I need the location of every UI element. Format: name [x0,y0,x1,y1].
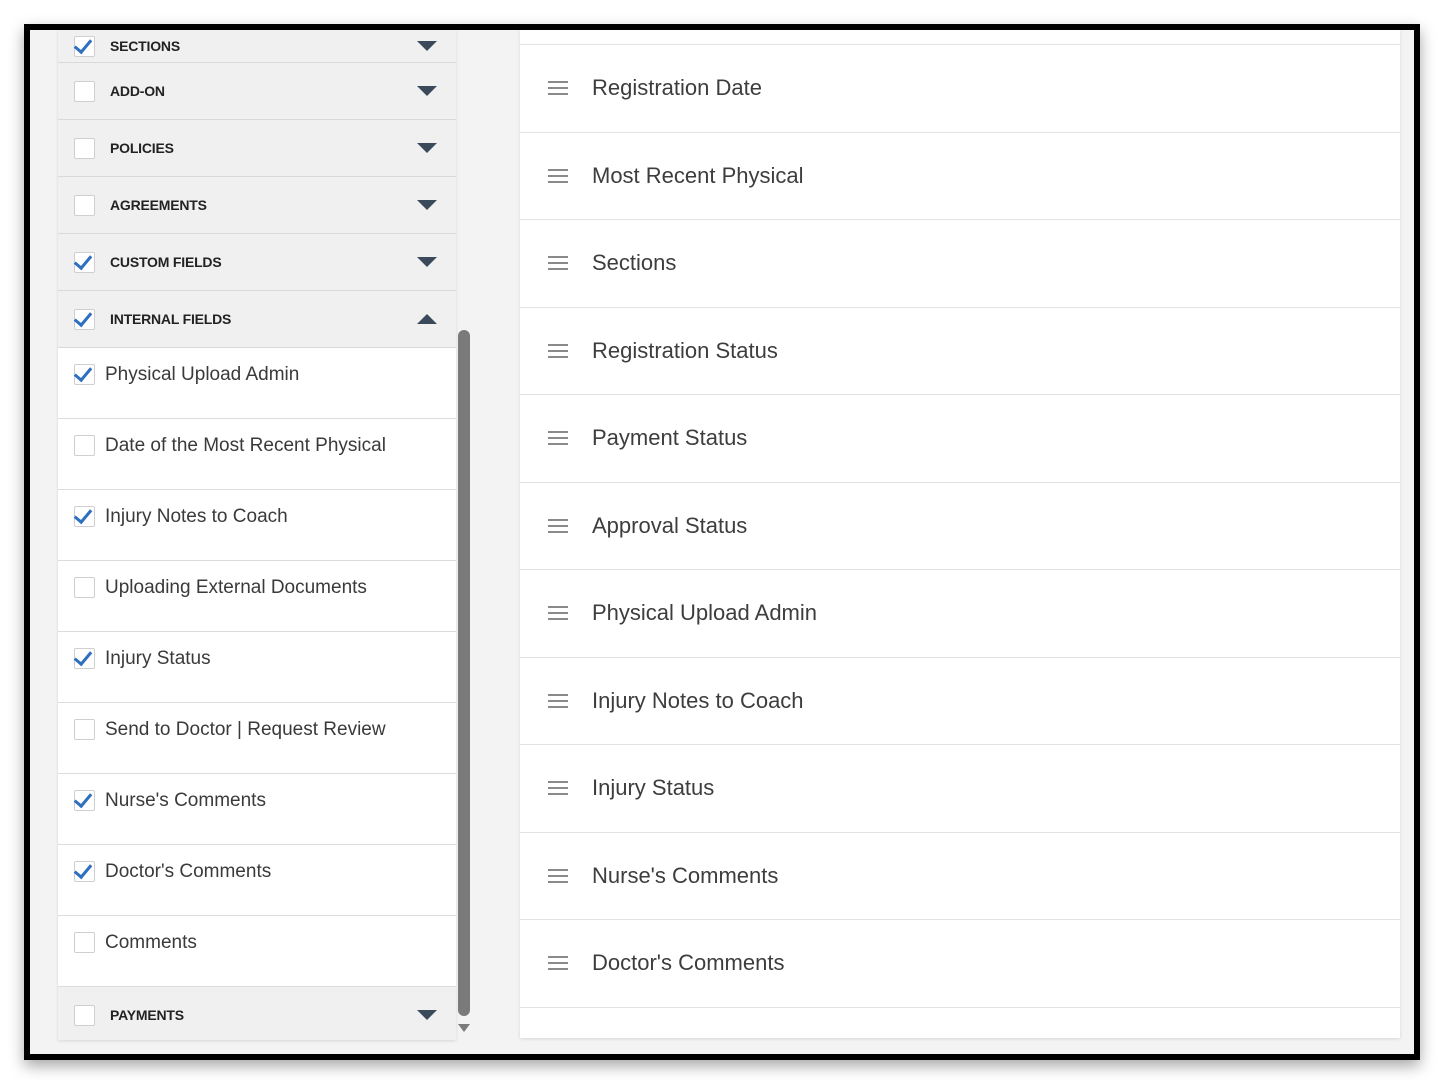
section-label: CUSTOM FIELDS [110,254,222,270]
drag-handle-icon[interactable] [548,343,568,358]
field-row[interactable]: Date of the Most Recent Physical [58,419,456,490]
drag-handle-icon[interactable] [548,868,568,883]
field-label: Send to Doctor | Request Review [105,719,386,740]
column-label: Doctor's Comments [592,950,785,975]
list-item[interactable]: Sections [520,220,1400,308]
field-checkbox[interactable] [74,577,95,598]
internal-fields-checkbox[interactable] [74,308,95,330]
selected-columns-list: Registration Date Most Recent Physical S… [520,30,1400,1038]
column-label: Nurse's Comments [592,862,779,888]
field-row[interactable]: Uploading External Documents [58,561,456,632]
field-label: Doctor's Comments [105,861,272,882]
chevron-down-icon[interactable] [417,1010,437,1020]
list-item[interactable]: Payment Status [520,395,1400,483]
column-label: Physical Upload Admin [592,600,818,625]
section-label: ADD-ON [110,83,165,99]
drag-handle-icon[interactable] [548,81,568,95]
sections-checkbox[interactable] [74,35,95,57]
drag-handle-icon[interactable] [548,431,568,445]
list-item[interactable]: Physical Upload Admin [520,570,1400,658]
list-item[interactable]: Injury Notes to Coach [520,658,1400,745]
list-item[interactable]: Registration Status [520,308,1400,395]
field-label: Comments [105,932,197,953]
section-row-policies[interactable]: POLICIES [58,120,456,177]
field-label: Nurse's Comments [105,790,266,811]
list-item[interactable]: Injury Status [520,745,1400,833]
field-row[interactable]: Injury Status [58,632,456,703]
field-checkbox[interactable] [74,861,95,882]
field-label: Uploading External Documents [105,577,367,598]
column-label: Approval Status [592,512,748,538]
chevron-down-icon[interactable] [417,257,437,267]
field-checkbox[interactable] [74,932,95,953]
section-label: SECTIONS [110,38,180,54]
section-label: PAYMENTS [110,1007,184,1023]
chevron-down-icon[interactable] [417,86,437,96]
column-label: Injury Notes to Coach [592,687,804,713]
list-item[interactable]: Nurse's Comments [520,833,1400,920]
column-label: Registration Status [592,337,778,363]
drag-handle-icon[interactable] [548,606,568,620]
scroll-down-arrow-icon[interactable] [458,1024,470,1032]
section-label: AGREEMENTS [110,197,207,213]
column-label: Most Recent Physical [592,162,804,188]
list-item[interactable]: Registration Date [520,45,1400,133]
section-row-add-on[interactable]: ADD-ON [58,63,456,120]
field-checkbox[interactable] [74,719,95,740]
chevron-down-icon[interactable] [417,143,437,153]
drag-handle-icon[interactable] [548,781,568,795]
field-checkbox[interactable] [74,364,95,385]
policies-checkbox[interactable] [74,137,95,159]
field-checkbox[interactable] [74,648,95,669]
drag-handle-icon[interactable] [548,693,568,708]
column-label: Registration Date [592,75,762,100]
field-row[interactable]: Physical Upload Admin [58,348,456,419]
section-row-payments[interactable]: PAYMENTS [58,987,456,1040]
list-item[interactable]: Most Recent Physical [520,133,1400,220]
section-row-custom-fields[interactable]: CUSTOM FIELDS [58,234,456,291]
chevron-down-icon[interactable] [417,41,437,51]
column-label: Sections [592,250,677,275]
field-picker-panel: SECTIONS ADD-ON POLICIES AGREEMENTS CUST… [58,30,456,1040]
field-row[interactable]: Doctor's Comments [58,845,456,916]
drag-handle-icon[interactable] [548,168,568,183]
chevron-down-icon[interactable] [417,200,437,210]
drag-handle-icon[interactable] [548,518,568,533]
list-item[interactable]: Approval Status [520,483,1400,570]
section-row-internal-fields[interactable]: INTERNAL FIELDS [58,291,456,348]
drag-handle-icon[interactable] [548,256,568,270]
section-label: INTERNAL FIELDS [110,311,232,327]
payments-checkbox[interactable] [74,1004,95,1026]
field-label: Physical Upload Admin [105,364,300,385]
section-label: POLICIES [110,140,174,156]
field-label: Injury Notes to Coach [105,506,288,527]
drag-handle-icon[interactable] [548,956,568,970]
field-label: Date of the Most Recent Physical [105,435,386,456]
custom-fields-checkbox[interactable] [74,251,95,273]
field-row[interactable]: Send to Doctor | Request Review [58,703,456,774]
field-checkbox[interactable] [74,790,95,811]
column-label: Injury Status [592,775,715,800]
add-on-checkbox[interactable] [74,80,95,102]
chevron-up-icon[interactable] [417,314,437,324]
field-checkbox[interactable] [74,435,95,456]
list-top-edge [520,30,1400,45]
field-checkbox[interactable] [74,506,95,527]
agreements-checkbox[interactable] [74,194,95,216]
app-window: SECTIONS ADD-ON POLICIES AGREEMENTS CUST… [24,24,1420,1060]
field-row[interactable]: Nurse's Comments [58,774,456,845]
section-row-sections[interactable]: SECTIONS [58,30,456,63]
list-item[interactable]: Doctor's Comments [520,920,1400,1008]
scrollbar-thumb[interactable] [458,330,470,1016]
column-label: Payment Status [592,425,748,450]
field-row[interactable]: Injury Notes to Coach [58,490,456,561]
field-label: Injury Status [105,648,211,669]
field-row[interactable]: Comments [58,916,456,987]
section-row-agreements[interactable]: AGREEMENTS [58,177,456,234]
